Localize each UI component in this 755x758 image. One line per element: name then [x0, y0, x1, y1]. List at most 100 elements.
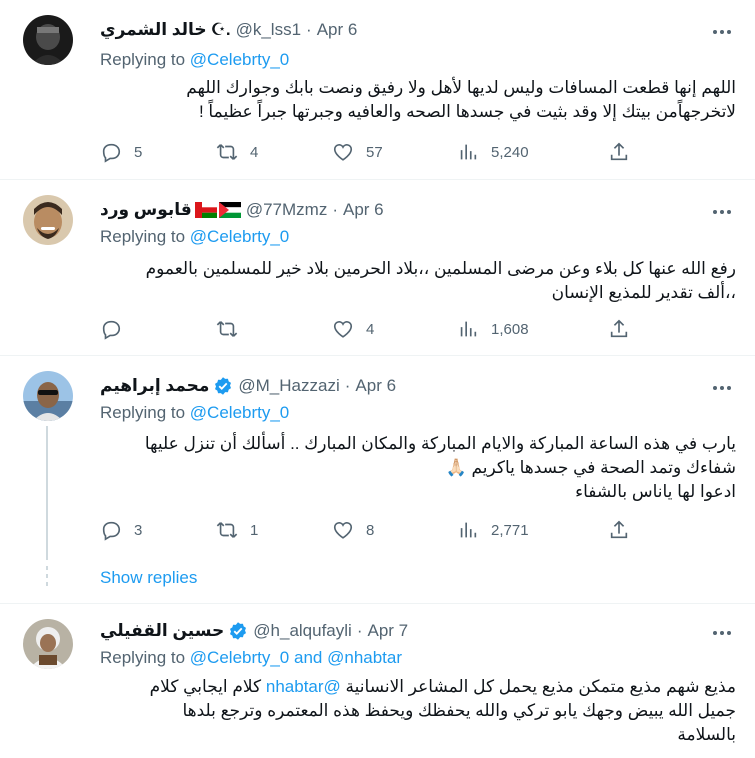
tweet-text-segment: مذيع شهم مذيع متمكن مذيع يحمل كل المشاعر… — [345, 677, 736, 696]
views-button[interactable]: 1,608 — [457, 318, 529, 340]
replying-to-label: Replying to — [100, 50, 186, 69]
more-options-icon[interactable] — [708, 378, 736, 398]
tweet-text-line: لاتخرجهاًمن بيتك إلا وقد بثيت في جسدها ا… — [198, 102, 736, 121]
tweet-4[interactable]: حسين القفيلي @h_alqufayli · Apr 7 Replyi… — [0, 604, 755, 758]
retweet-button[interactable]: 1 — [216, 519, 258, 541]
share-button[interactable] — [608, 519, 630, 541]
share-icon — [610, 319, 628, 338]
more-options-icon[interactable] — [708, 202, 736, 222]
replying-to-link[interactable]: @Celebrty_0 — [190, 648, 289, 667]
tweet-2[interactable]: قابوس ورد @77Mzmz · Apr 6 Replying to @C… — [0, 180, 755, 356]
share-button[interactable] — [608, 318, 630, 340]
timestamp[interactable]: Apr 6 — [343, 200, 384, 220]
tweet-text-line: جميل الله يبيض وجهك يابو تركي والله يحفظ… — [182, 701, 736, 720]
replying-to: Replying to @Celebrty_0 — [100, 50, 289, 70]
tweet-text-segment: كلام ايجابي كلام — [149, 677, 262, 696]
handle[interactable]: @h_alqufayli — [253, 621, 352, 641]
oman-flag-icon — [194, 202, 217, 218]
separator-dot: · — [344, 376, 351, 395]
tweet-text-line: ،،ألف تقدير للمذيع الإنسان — [551, 283, 736, 302]
display-name[interactable]: حسين القفيلي — [100, 621, 224, 641]
retweet-icon — [216, 522, 238, 538]
replying-to-label: Replying to — [100, 648, 186, 667]
handle[interactable]: @k_lss1 — [236, 20, 301, 40]
verified-badge-icon — [230, 622, 247, 640]
display-name[interactable]: محمد إبراهيم — [100, 376, 209, 396]
handle[interactable]: @77Mzmz — [246, 200, 328, 220]
separator-dot: · — [306, 20, 312, 39]
views-icon — [460, 144, 477, 160]
tweet-text-line: رفع الله عنها كل بلاء وعن مرضى المسلمين … — [145, 259, 736, 278]
name-flags — [194, 202, 241, 218]
reply-icon — [102, 320, 121, 340]
timestamp[interactable]: Apr 6 — [355, 376, 396, 396]
avatar[interactable] — [23, 195, 73, 245]
verified-badge-icon — [215, 377, 232, 395]
replying-to-label: Replying to — [100, 403, 186, 422]
views-icon — [460, 321, 477, 337]
reply-button[interactable]: 5 — [100, 141, 142, 163]
heart-icon — [333, 321, 353, 338]
avatar[interactable] — [23, 371, 73, 421]
like-count: 4 — [366, 320, 375, 338]
timestamp[interactable]: Apr 6 — [317, 20, 358, 40]
views-button[interactable]: 2,771 — [457, 519, 529, 541]
retweet-button[interactable]: 4 — [216, 141, 258, 163]
replying-to-link-2[interactable]: @nhabtar — [327, 648, 402, 667]
like-count: 8 — [366, 521, 375, 539]
separator-dot: · — [332, 200, 338, 219]
display-name[interactable]: خالد الشمري — [100, 20, 207, 40]
tweet-text: مذيع شهم مذيع متمكن مذيع يحمل كل المشاعر… — [100, 675, 736, 747]
replying-to-link[interactable]: @Celebrty_0 — [190, 403, 289, 422]
reply-count: 3 — [134, 521, 143, 539]
more-options-icon[interactable] — [708, 22, 736, 42]
like-button[interactable]: 57 — [332, 141, 383, 163]
retweet-icon — [216, 144, 238, 160]
tweet-text: رفع الله عنها كل بلاء وعن مرضى المسلمين … — [100, 257, 736, 305]
tweet-text-line: اللهم إنها قطعت المسافات وليس لديها لأهل… — [186, 78, 736, 97]
share-button[interactable] — [608, 141, 630, 163]
display-name-suffix: ☪︎. — [210, 20, 231, 39]
action-bar: 3 1 8 2,771 — [100, 519, 660, 543]
reply-button[interactable] — [100, 318, 122, 340]
action-bar: 4 1,608 — [100, 318, 660, 342]
tweet-text-line: شفاءك وتمد الصحة في جسدها ياكريم 🙏🏻 — [445, 458, 736, 477]
mention-link[interactable]: @nhabtar — [266, 677, 341, 696]
timestamp[interactable]: Apr 7 — [368, 621, 409, 641]
tweet-text-line: مذيع شهم مذيع متمكن مذيع يحمل كل المشاعر… — [100, 675, 736, 699]
heart-icon — [333, 144, 353, 161]
tweet-text-line: ادعوا لها ياناس بالشفاء — [575, 482, 736, 501]
reply-button[interactable]: 3 — [100, 519, 142, 541]
avatar[interactable] — [23, 619, 73, 669]
avatar[interactable] — [23, 15, 73, 65]
replying-to-label: Replying to — [100, 227, 186, 246]
tweet-text-line: بالسلامة — [677, 725, 736, 744]
more-options-icon[interactable] — [708, 623, 736, 643]
like-button[interactable]: 8 — [332, 519, 374, 541]
separator-dot: · — [356, 621, 363, 640]
tweet-text: يارب في هذه الساعة المباركة والايام المب… — [100, 432, 736, 504]
view-count: 5,240 — [491, 143, 529, 161]
tweet-text: اللهم إنها قطعت المسافات وليس لديها لأهل… — [100, 76, 736, 124]
replying-to-and: and — [294, 648, 323, 667]
views-button[interactable]: 5,240 — [457, 141, 529, 163]
show-replies-link[interactable]: Show replies — [100, 568, 197, 588]
thread-connector — [46, 566, 48, 590]
views-icon — [460, 522, 477, 538]
handle[interactable]: @M_Hazzazi — [238, 376, 339, 396]
tweet-1[interactable]: خالد الشمري ☪︎. @k_lss1 · Apr 6 Replying… — [0, 0, 755, 180]
like-button[interactable]: 4 — [332, 318, 374, 340]
heart-icon — [333, 522, 353, 539]
replying-to-link[interactable]: @Celebrty_0 — [190, 227, 289, 246]
share-icon — [610, 520, 628, 539]
retweet-button[interactable] — [216, 318, 238, 340]
action-bar: 5 4 57 5,240 — [100, 141, 660, 165]
replying-to-link[interactable]: @Celebrty_0 — [190, 50, 289, 69]
thread-line — [46, 426, 48, 560]
display-name[interactable]: قابوس ورد — [100, 200, 192, 220]
like-count: 57 — [366, 143, 383, 161]
tweet-3[interactable]: محمد إبراهيم @M_Hazzazi · Apr 6 Replying… — [0, 356, 755, 604]
retweet-icon — [216, 321, 238, 337]
replying-to: Replying to @Celebrty_0 and @nhabtar — [100, 648, 402, 668]
tweet-text-line: يارب في هذه الساعة المباركة والايام المب… — [144, 434, 736, 453]
